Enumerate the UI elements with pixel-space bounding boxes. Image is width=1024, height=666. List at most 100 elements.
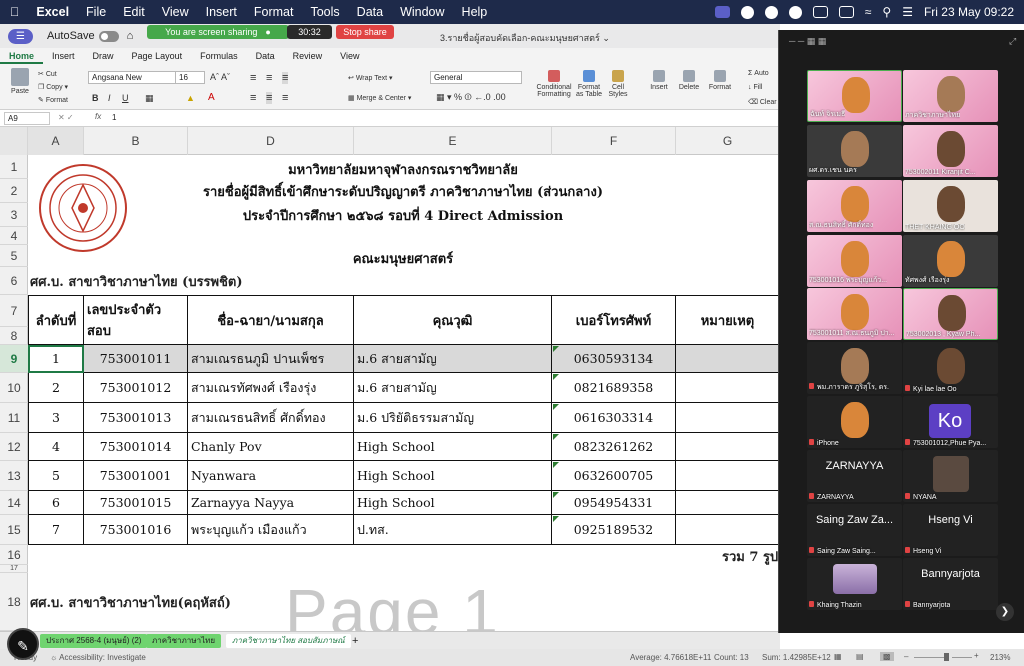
cut-button[interactable]: ✂ Cut [38, 70, 57, 78]
cell-remark-1[interactable] [676, 345, 778, 373]
zoom-level[interactable]: 213% [990, 653, 1010, 662]
row-header-4[interactable]: 4 [0, 227, 28, 245]
row-header-7[interactable]: 7 [0, 295, 28, 327]
cell-phone-6[interactable]: 0954954331 [552, 491, 676, 515]
formula-cancel-confirm[interactable]: ✕ ✓ [58, 113, 74, 122]
autosum-button[interactable]: Σ Auto [748, 70, 769, 77]
row-header-6[interactable]: 6 [0, 267, 28, 295]
line-icon[interactable] [764, 5, 778, 19]
cell-name-7[interactable]: พระบุญแก้ว เมืองแก้ว [188, 515, 354, 545]
align-top-button[interactable]: ≡ [250, 72, 256, 84]
zoom-slider-track-right[interactable] [952, 657, 972, 658]
participant-tile[interactable]: ทัศพงศ์ เรืองรุ่ง [903, 235, 998, 287]
participant-tile[interactable]: 753002011 Kiranjit C... [903, 125, 998, 177]
participant-tile[interactable]: 753001011 ส.ณ.ธนภูมิ ปา... [807, 288, 902, 340]
participant-tile[interactable]: THET KHAING OO [903, 180, 998, 232]
menu-insert[interactable]: Insert [206, 5, 237, 19]
sheet-tab-thai-dept[interactable]: ภาควิชาภาษาไทย [146, 634, 222, 648]
row-header-12[interactable]: 12 [0, 433, 28, 461]
cell-remark-5[interactable] [676, 461, 778, 491]
menu-help[interactable]: Help [462, 5, 488, 19]
tab-review[interactable]: Review [284, 48, 332, 64]
menu-file[interactable]: File [86, 5, 106, 19]
align-bottom-button[interactable]: ≡ [282, 72, 289, 84]
menu-app[interactable]: Excel [36, 5, 69, 19]
insert-cells-button[interactable]: Insert [646, 70, 672, 91]
panel-expand-icon[interactable]: ⤢ [1009, 36, 1016, 47]
header-qualification[interactable]: คุณวุฒิ [354, 295, 552, 345]
italic-button[interactable]: I [108, 93, 111, 103]
row-header-17[interactable]: 17 [0, 565, 28, 573]
cell-id-3[interactable]: 753001013 [84, 403, 188, 433]
annotate-pen-button[interactable]: ✎ [7, 628, 39, 660]
column-header-g[interactable]: G [676, 127, 780, 155]
cell-remark-7[interactable] [676, 515, 778, 545]
format-as-table-button[interactable]: Format as Table [575, 70, 603, 98]
delete-cells-button[interactable]: Delete [676, 70, 702, 91]
menu-data[interactable]: Data [357, 5, 383, 19]
cell-name-2[interactable]: สามเณรทัศพงศ์ เรืองรุ่ง [188, 373, 354, 403]
formula-input[interactable]: 1 [112, 113, 116, 122]
cell-id-7[interactable]: 753001016 [84, 515, 188, 545]
cell-remark-3[interactable] [676, 403, 778, 433]
zoom-slider-track[interactable] [914, 657, 944, 658]
tab-home[interactable]: Home [0, 48, 44, 64]
fill-color-button[interactable]: ▲ [186, 93, 195, 103]
tab-data[interactable]: Data [247, 48, 284, 64]
cell-qual-2[interactable]: ม.6 สายสามัญ [354, 373, 552, 403]
participant-tile[interactable]: ผศ.ดร.เชน นคร [807, 125, 902, 177]
document-title[interactable]: 3.รายชื่อผู้สอบคัดเลือก-คณะมนุษยศาสตร์ ⌄ [440, 31, 610, 45]
row-header-14[interactable]: 14 [0, 491, 28, 515]
cell-qual-3[interactable]: ม.6 ปริยัติธรรมสามัญ [354, 403, 552, 433]
row-header-10[interactable]: 10 [0, 373, 28, 403]
row-header-1[interactable]: 1 [0, 155, 28, 179]
panel-controls[interactable]: ─ ─ ▦ ▦ [789, 36, 826, 47]
participant-tile[interactable]: ฉันท์ จิรเมธี [807, 70, 902, 122]
add-sheet-icon[interactable]: + [346, 634, 364, 648]
borders-button[interactable]: ▦ [145, 93, 154, 104]
tab-page-layout[interactable]: Page Layout [123, 48, 192, 64]
sheet-tab-announcement[interactable]: ประกาศ 2568-4 (มนุษย์) (2) [40, 634, 148, 648]
cell-id-5[interactable]: 753001001 [84, 461, 188, 491]
name-box[interactable]: A9 [4, 112, 50, 125]
participant-tile[interactable]: ส.ณ.ธนสิทธิ์ ศักดิ์ทอง [807, 180, 902, 232]
cell-id-1[interactable]: 753001011 [84, 345, 188, 373]
select-all-button[interactable] [0, 127, 28, 155]
cell-phone-1[interactable]: 0630593134 [552, 345, 676, 373]
cell-order-7[interactable]: 7 [28, 515, 84, 545]
align-left-button[interactable]: ≡ [250, 92, 256, 104]
row-header-3[interactable]: 3 [0, 203, 28, 227]
cell-qual-6[interactable]: High School [354, 491, 552, 515]
header-name[interactable]: ชื่อ-ฉายา/นามสกุล [188, 295, 354, 345]
zoom-slider-thumb[interactable] [944, 653, 949, 661]
cell-name-1[interactable]: สามเณรธนภูมิ ปานเพ็ชร [188, 345, 354, 373]
number-format-select[interactable]: General [430, 71, 522, 84]
cell-id-2[interactable]: 753001012 [84, 373, 188, 403]
merge-center-button[interactable]: ▦ Merge & Center ▾ [348, 94, 411, 102]
view-page-layout-icon[interactable]: ▤ [856, 652, 864, 661]
row-header-16[interactable]: 16 [0, 545, 28, 565]
cell-remark-2[interactable] [676, 373, 778, 403]
cell-name-4[interactable]: Chanly Pov [188, 433, 354, 461]
cell-phone-2[interactable]: 0821689358 [552, 373, 676, 403]
align-center-button[interactable]: ≡ [266, 92, 273, 104]
participant-tile[interactable]: Ko 753001012,Phue Pya... [903, 396, 998, 448]
cell-phone-5[interactable]: 0632600705 [552, 461, 676, 491]
menu-edit[interactable]: Edit [123, 5, 145, 19]
menu-format[interactable]: Format [254, 5, 294, 19]
participant-tile[interactable]: Kyi lae lae Oo [903, 342, 998, 394]
align-right-button[interactable]: ≡ [282, 92, 288, 104]
bold-button[interactable]: B [92, 93, 99, 103]
participant-tile[interactable]: Bannyarjota Bannyarjota [903, 558, 998, 610]
number-format-buttons[interactable]: ▦ ▾ % ⏼ ←.0 .00 [436, 92, 506, 103]
participant-tile[interactable]: 753002013 , Kyaw Ph... [903, 288, 998, 340]
cell-order-1[interactable]: 1 [28, 345, 84, 373]
column-header-e[interactable]: E [354, 127, 552, 155]
clock[interactable]: Fri 23 May 09:22 [924, 5, 1014, 19]
search-icon[interactable]: ⚲ [882, 5, 891, 19]
clear-button[interactable]: ⌫ Clear [748, 98, 777, 106]
tab-draw[interactable]: Draw [84, 48, 123, 64]
cell-order-6[interactable]: 6 [28, 491, 84, 515]
wrap-text-button[interactable]: ↩ Wrap Text ▾ [348, 74, 393, 82]
function-icon[interactable]: fx [95, 112, 101, 121]
